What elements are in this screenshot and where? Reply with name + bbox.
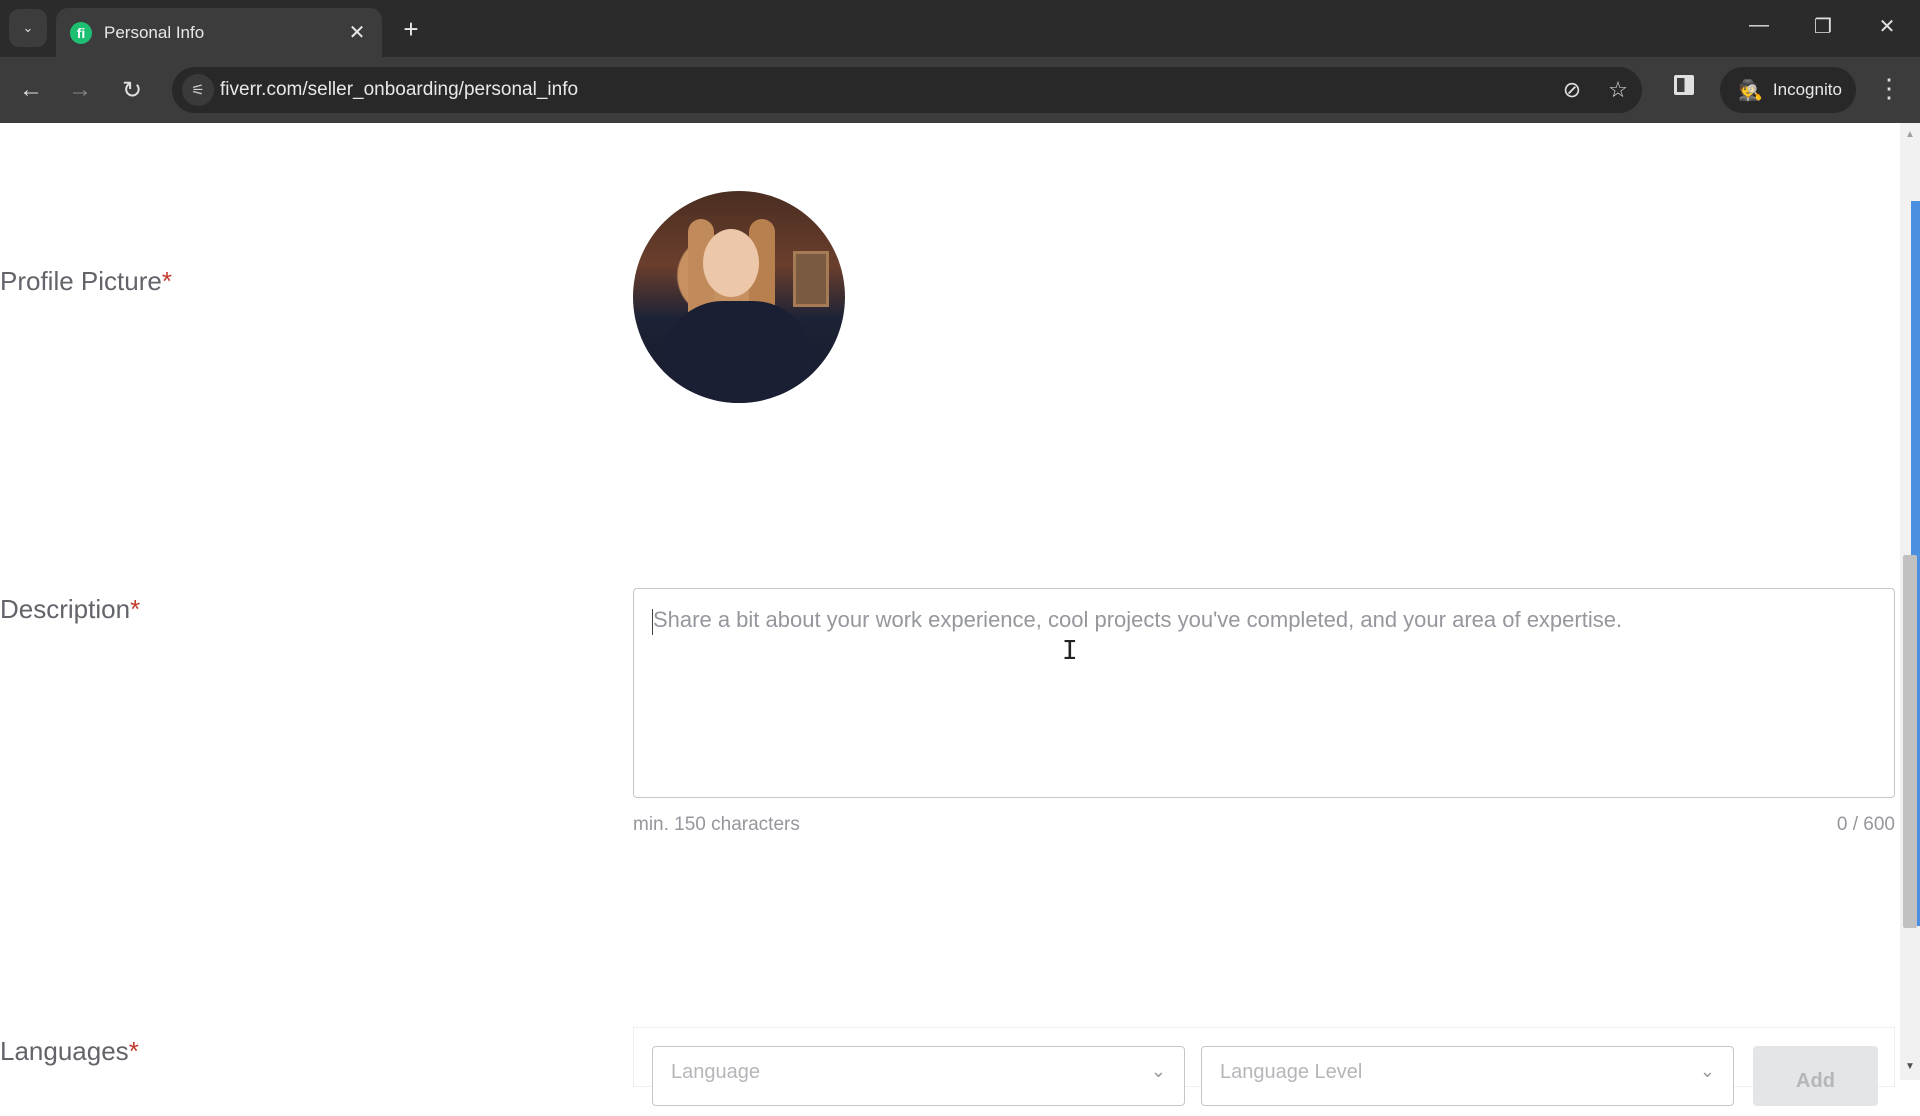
arrow-right-icon: →	[68, 76, 92, 103]
fiverr-logo-icon: fi	[70, 21, 92, 44]
scroll-up-arrow-icon[interactable]: ▲	[1905, 129, 1915, 140]
arrow-left-icon: ←	[19, 76, 43, 103]
profile-picture[interactable]	[633, 191, 845, 403]
close-tab-icon[interactable]: ✕	[346, 20, 368, 45]
new-tab-button[interactable]: +	[398, 14, 424, 45]
description-label: Description*	[0, 594, 140, 625]
profile-picture-label: Profile Picture*	[0, 266, 172, 297]
languages-panel: Language ⌄ Language Level ⌄ Add	[633, 1027, 1895, 1106]
text-caret	[652, 609, 653, 635]
languages-label-text: Languages	[0, 1036, 129, 1066]
close-window-button[interactable]: ✕	[1867, 14, 1907, 39]
description-min-hint: min. 150 characters	[633, 814, 800, 835]
bookmark-star-icon[interactable]: ☆	[1604, 77, 1632, 103]
ibeam-cursor-icon: I	[1062, 636, 1078, 666]
tab-title: Personal Info	[104, 22, 205, 42]
forward-button[interactable]: →	[64, 74, 96, 106]
reload-icon: ↻	[121, 76, 143, 104]
site-info-button[interactable]: ⚟	[182, 74, 214, 106]
language-level-placeholder: Language Level	[1220, 1061, 1363, 1083]
eye-off-icon[interactable]: ⊘	[1558, 77, 1586, 103]
tab-search-button[interactable]: ⌄	[9, 9, 47, 47]
incognito-label: Incognito	[1772, 80, 1842, 99]
browser-menu-button[interactable]: ⋮	[1876, 71, 1902, 105]
tab-personal-info[interactable]: fi Personal Info ✕	[56, 8, 382, 57]
scroll-thumb[interactable]	[1903, 555, 1917, 928]
language-level-select[interactable]: Language Level ⌄	[1201, 1046, 1734, 1106]
chevron-down-icon: ⌄	[1699, 1061, 1715, 1081]
required-mark: *	[161, 266, 172, 296]
address-bar[interactable]: ⚟ fiverr.com/seller_onboarding/personal_…	[172, 67, 1642, 113]
avatar-body	[663, 301, 813, 403]
profile-picture-label-text: Profile Picture	[0, 266, 162, 296]
description-textarea[interactable]: Share a bit about your work experience, …	[633, 588, 1895, 798]
page-scrollbar[interactable]: ▲ ▼	[1900, 123, 1920, 1080]
side-panel-icon[interactable]	[1674, 75, 1694, 95]
tune-icon: ⚟	[191, 82, 205, 99]
add-language-button[interactable]: Add	[1753, 1046, 1878, 1106]
tab-strip: ⌄ fi Personal Info ✕ + — ❐ ✕	[0, 0, 1920, 57]
description-placeholder: Share a bit about your work experience, …	[653, 607, 1623, 632]
minimize-button[interactable]: —	[1739, 14, 1779, 37]
reload-button[interactable]: ↻	[116, 74, 148, 106]
description-char-count: 0 / 600	[1836, 814, 1895, 835]
url-text[interactable]: fiverr.com/seller_onboarding/personal_in…	[220, 79, 578, 101]
scroll-down-arrow-icon[interactable]: ▼	[1905, 1061, 1915, 1072]
languages-label: Languages*	[0, 1036, 139, 1067]
avatar-face	[703, 229, 759, 297]
browser-toolbar: ← → ↻ ⚟ fiverr.com/seller_onboarding/per…	[0, 57, 1920, 123]
chevron-down-icon: ⌄	[22, 20, 34, 35]
incognito-badge[interactable]: 🕵 Incognito	[1720, 67, 1856, 113]
required-mark: *	[130, 594, 141, 624]
description-label-text: Description	[0, 594, 131, 624]
incognito-icon: 🕵	[1738, 79, 1763, 102]
back-button[interactable]: ←	[15, 74, 47, 106]
language-select[interactable]: Language ⌄	[652, 1046, 1185, 1106]
restore-button[interactable]: ❐	[1803, 14, 1843, 39]
chevron-down-icon: ⌄	[1150, 1061, 1166, 1081]
language-select-placeholder: Language	[671, 1061, 760, 1083]
required-mark: *	[128, 1036, 139, 1066]
avatar-background	[793, 251, 829, 307]
